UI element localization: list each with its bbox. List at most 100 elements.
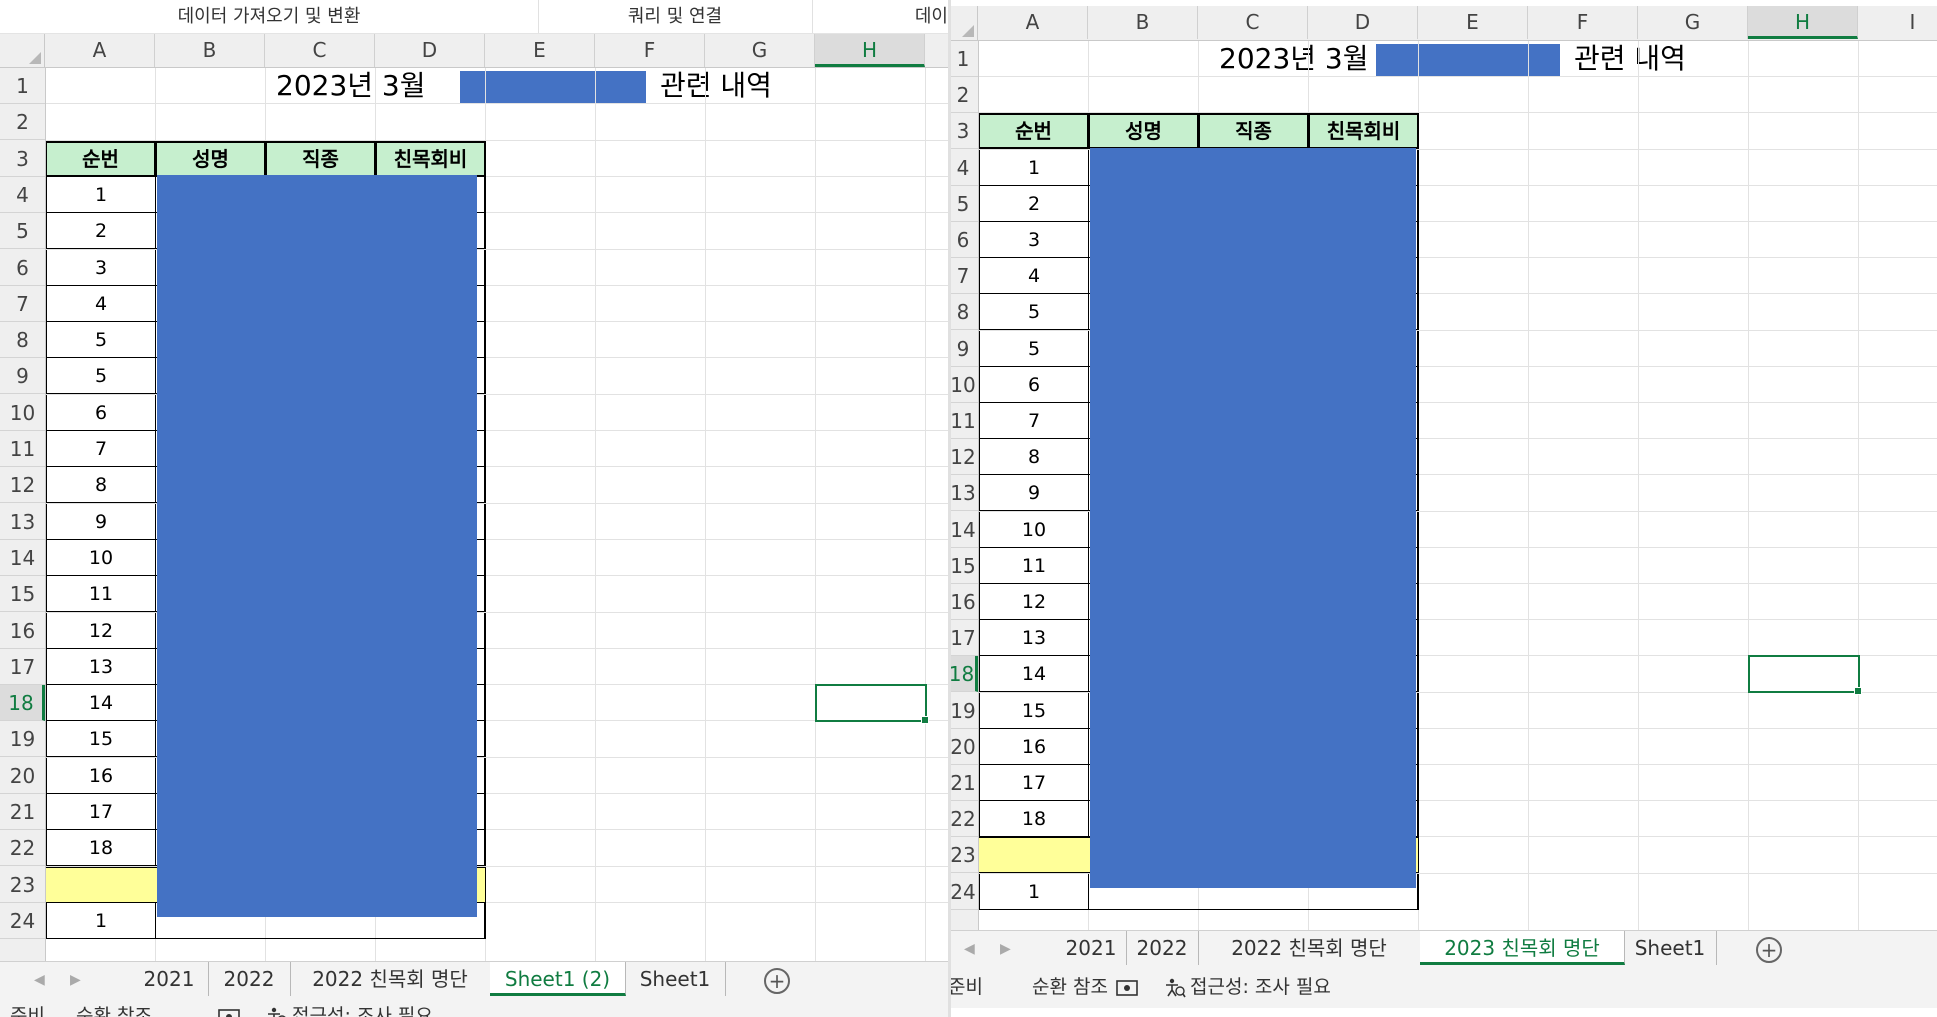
row-header-18[interactable]: 18 <box>0 685 45 721</box>
sheet-tab-1[interactable]: 2021 <box>130 962 209 996</box>
serial-number-cell[interactable]: 14 <box>46 685 156 721</box>
row-header-13[interactable]: 13 <box>948 475 978 511</box>
serial-number-cell[interactable]: 16 <box>46 758 156 794</box>
serial-number-cell[interactable]: 16 <box>979 729 1089 765</box>
add-sheet-icon[interactable]: + <box>764 968 790 994</box>
serial-number-cell[interactable]: 3 <box>979 222 1089 258</box>
serial-number-cell[interactable]: 6 <box>979 367 1089 403</box>
table-header-cell[interactable]: 직종 <box>265 141 376 177</box>
serial-number-cell[interactable]: 5 <box>46 358 156 394</box>
sheet-tab-2[interactable]: 2022 <box>208 962 291 996</box>
row-header-3[interactable]: 3 <box>948 113 978 149</box>
row-header-2[interactable]: 2 <box>948 77 978 113</box>
sheet-tab-3[interactable]: 2022 친목회 명단 <box>1198 931 1421 965</box>
tab-scroll-left-icon[interactable]: ◀ <box>34 962 45 998</box>
column-header-g[interactable]: G <box>1638 6 1748 39</box>
serial-number-cell[interactable]: 15 <box>979 693 1089 729</box>
table-header-cell[interactable]: 성명 <box>155 141 266 177</box>
column-header-c[interactable]: C <box>1198 6 1308 39</box>
serial-number-cell[interactable]: 4 <box>979 258 1089 294</box>
row-header-23[interactable]: 23 <box>0 867 45 903</box>
sheet-tab-4[interactable]: Sheet1 (2) <box>490 962 626 996</box>
row-header-17[interactable]: 17 <box>0 649 45 685</box>
row-header-7[interactable]: 7 <box>0 286 45 322</box>
serial-number-cell[interactable]: 7 <box>979 403 1089 439</box>
serial-number-cell[interactable]: 1 <box>979 150 1089 186</box>
table-header-cell[interactable]: 친목회비 <box>1308 113 1419 149</box>
tab-scroll-right-icon[interactable]: ▶ <box>70 962 81 998</box>
row-header-11[interactable]: 11 <box>948 403 978 439</box>
column-header-g[interactable]: G <box>705 34 815 67</box>
sheet-grid[interactable]: 2023년 3월 학 관련 내역 순번 성명 직종 친목회비 1 2 3 4 5 5 6 7 8 9 10 1… <box>979 41 1937 930</box>
row-header-14[interactable]: 14 <box>948 512 978 548</box>
row-header-5[interactable]: 5 <box>948 186 978 222</box>
serial-number-cell[interactable]: 7 <box>46 431 156 467</box>
row-header-19[interactable]: 19 <box>948 693 978 729</box>
status-accessibility[interactable]: 접근성: 조사 필요 <box>1190 968 1331 1006</box>
serial-number-cell[interactable]: 5 <box>979 294 1089 330</box>
serial-number-cell[interactable]: 1 <box>979 874 1089 910</box>
row-header-8[interactable]: 8 <box>948 294 978 330</box>
column-header-h[interactable]: H <box>1748 6 1858 39</box>
row-header-21[interactable]: 21 <box>948 765 978 801</box>
serial-number-cell[interactable]: 6 <box>46 395 156 431</box>
serial-number-cell[interactable]: 13 <box>46 649 156 685</box>
status-accessibility[interactable]: 접근성: 조사 필요 <box>292 997 433 1017</box>
macro-record-icon[interactable] <box>1116 968 1138 1006</box>
row-header-10[interactable]: 10 <box>948 367 978 403</box>
serial-number-cell[interactable]: 11 <box>46 576 156 612</box>
serial-number-cell[interactable]: 18 <box>46 830 156 866</box>
serial-number-cell[interactable]: 11 <box>979 548 1089 584</box>
accessibility-icon[interactable] <box>266 997 288 1017</box>
serial-number-cell[interactable]: 1 <box>46 177 156 213</box>
serial-number-cell[interactable]: 5 <box>46 322 156 358</box>
column-header-e[interactable]: E <box>485 34 595 67</box>
column-header-f[interactable]: F <box>1528 6 1638 39</box>
row-header-7[interactable]: 7 <box>948 258 978 294</box>
column-header-d[interactable]: D <box>1308 6 1418 39</box>
row-header-14[interactable]: 14 <box>0 540 45 576</box>
row-header-3[interactable]: 3 <box>0 141 45 177</box>
table-header-cell[interactable]: 성명 <box>1088 113 1199 149</box>
tab-scroll-left-icon[interactable]: ◀ <box>964 931 975 967</box>
column-header-i[interactable]: I <box>1858 6 1937 39</box>
tab-scroll-right-icon[interactable]: ▶ <box>1000 931 1011 967</box>
row-header-9[interactable]: 9 <box>948 331 978 367</box>
serial-number-cell[interactable]: 15 <box>46 721 156 757</box>
table-header-cell[interactable]: 순번 <box>46 141 156 177</box>
column-header-d[interactable]: D <box>375 34 485 67</box>
ribbon-group-data-tools[interactable]: 데이 <box>812 0 948 33</box>
row-header-11[interactable]: 11 <box>0 431 45 467</box>
row-header-23[interactable]: 23 <box>948 837 978 873</box>
row-header-12[interactable]: 12 <box>948 439 978 475</box>
serial-number-cell[interactable]: 17 <box>46 794 156 830</box>
row-header-15[interactable]: 15 <box>0 576 45 612</box>
macro-record-icon[interactable] <box>218 997 240 1017</box>
row-header-6[interactable]: 6 <box>948 222 978 258</box>
row-header-2[interactable]: 2 <box>0 104 45 140</box>
sheet-grid[interactable]: 2023년 3월 관련 내역 순번 성명 직종 친목회비 1 2 3 4 5 5 6 7 8 9 10 11 1… <box>46 68 948 961</box>
row-header-19[interactable]: 19 <box>0 721 45 757</box>
column-header-f[interactable]: F <box>595 34 705 67</box>
sheet-tab-4[interactable]: 2023 친목회 명단 <box>1420 931 1625 965</box>
serial-number-cell[interactable]: 10 <box>46 540 156 576</box>
serial-number-cell[interactable]: 2 <box>979 186 1089 222</box>
table-header-cell[interactable]: 순번 <box>979 113 1089 149</box>
row-header-15[interactable]: 15 <box>948 548 978 584</box>
serial-number-cell[interactable]: 9 <box>46 504 156 540</box>
serial-number-cell[interactable]: 17 <box>979 765 1089 801</box>
serial-number-cell[interactable]: 12 <box>46 613 156 649</box>
row-header-20[interactable]: 20 <box>948 729 978 765</box>
active-cell-selection[interactable] <box>1748 655 1862 695</box>
ribbon-group-queries-connections[interactable]: 쿼리 및 연결 <box>538 0 813 33</box>
serial-number-cell[interactable]: 10 <box>979 512 1089 548</box>
column-header-e[interactable]: E <box>1418 6 1528 39</box>
select-all-corner[interactable] <box>948 6 978 41</box>
column-header-a[interactable]: A <box>45 34 155 67</box>
status-circular-reference[interactable]: 순환 참조 <box>1032 968 1108 1006</box>
serial-number-cell[interactable]: 3 <box>46 250 156 286</box>
row-header-24[interactable]: 24 <box>948 874 978 910</box>
serial-number-cell[interactable]: 8 <box>46 467 156 503</box>
row-header-13[interactable]: 13 <box>0 504 45 540</box>
table-header-cell[interactable]: 친목회비 <box>375 141 486 177</box>
